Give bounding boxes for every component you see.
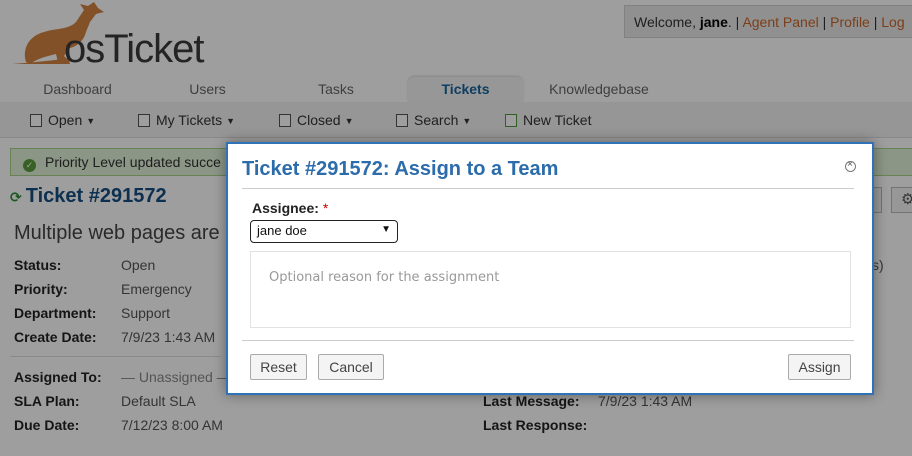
page: osTicket Welcome, jane. | Agent Panel | … [0,0,912,456]
assign-team-dialog: Ticket #291572: Assign to a Team Assigne… [226,142,874,395]
comment-textarea[interactable]: Optional reason for the assignment [250,251,851,328]
assignee-selected-value: jane doe [257,223,307,238]
close-icon[interactable] [845,159,856,172]
comment-placeholder: Optional reason for the assignment [269,270,500,285]
chevron-down-icon: ▼ [381,224,391,235]
assign-button[interactable]: Assign [788,354,851,380]
assignee-label-text: Assignee: [252,200,319,216]
assignee-select[interactable]: jane doe ▼ [250,220,398,243]
dialog-title: Ticket #291572: Assign to a Team [242,158,559,180]
footer-divider [242,340,854,341]
reset-button[interactable]: Reset [250,354,307,380]
assignee-label: Assignee: * [252,200,328,216]
title-divider [242,188,854,189]
required-mark: * [322,200,329,216]
cancel-button[interactable]: Cancel [318,354,384,380]
